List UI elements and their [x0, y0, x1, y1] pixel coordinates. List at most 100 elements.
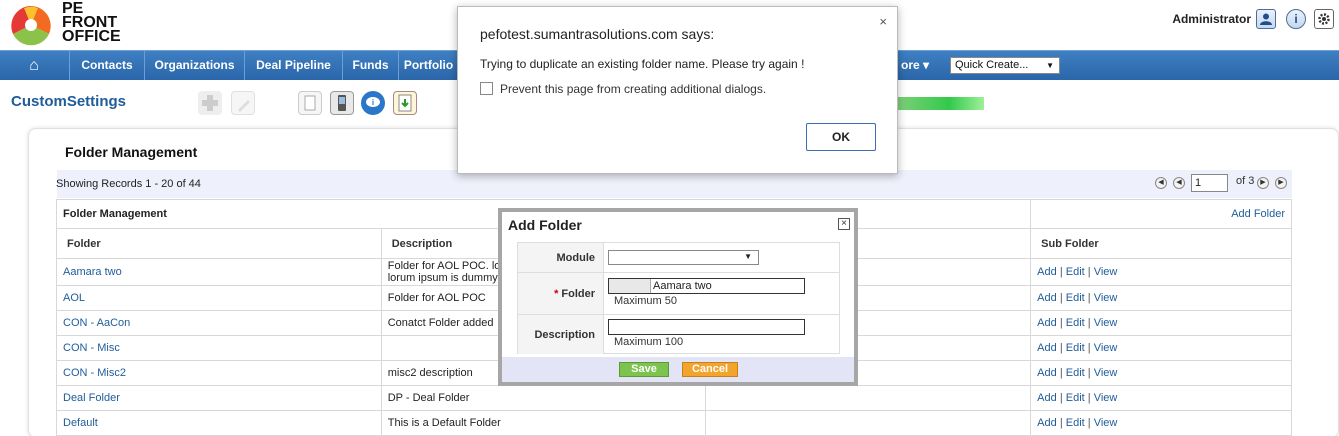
folder-name-input[interactable]: Aamara two — [608, 278, 805, 294]
records-count: Showing Records 1 - 20 of 44 — [56, 178, 201, 190]
description-input[interactable] — [608, 319, 805, 335]
home-icon[interactable]: ⌂ — [0, 51, 68, 80]
folder-label-text: Folder — [561, 287, 595, 300]
sub-view-link[interactable]: View — [1094, 292, 1118, 304]
description-line: DP - Deal Folder — [387, 392, 470, 404]
sub-view-link[interactable]: View — [1094, 392, 1118, 404]
clipboard-icon[interactable] — [298, 91, 322, 115]
chat-icon[interactable]: i — [361, 91, 385, 115]
folder-link[interactable]: Deal Folder — [56, 385, 382, 411]
sub-edit-link[interactable]: Edit — [1066, 392, 1085, 404]
prevent-dialogs-checkbox[interactable] — [480, 82, 493, 95]
sub-edit-link[interactable]: Edit — [1066, 367, 1085, 379]
add-folder-dialog: Add Folder × Module ▼ * Folder Aamara tw… — [498, 208, 858, 386]
sub-folder-actions: Add | Edit | View — [1030, 385, 1292, 411]
chevron-down-icon: ▼ — [1046, 61, 1054, 70]
folder-input-prefix — [609, 279, 651, 293]
logo-text: PE FRONT OFFICE — [62, 1, 121, 45]
separator: | — [1059, 317, 1063, 329]
sub-view-link[interactable]: View — [1094, 342, 1118, 354]
col-sub-folder: Sub Folder — [1030, 228, 1292, 259]
folder-hint: Maximum 50 — [614, 295, 677, 307]
folder-link[interactable]: CON - Misc2 — [56, 360, 382, 386]
description-label: Description — [518, 315, 604, 354]
folder-link[interactable]: Default — [56, 410, 382, 436]
folder-management-title: Folder Management — [65, 144, 198, 160]
cancel-button[interactable]: Cancel — [682, 362, 738, 377]
add-folder-link[interactable]: Add Folder — [1030, 199, 1292, 229]
description-line: This is a Default Folder — [387, 417, 501, 429]
svg-text:i: i — [372, 98, 374, 107]
logo-circle-icon — [11, 6, 51, 46]
folder-link[interactable]: CON - AaCon — [56, 310, 382, 336]
sub-edit-link[interactable]: Edit — [1066, 266, 1085, 278]
sub-add-link[interactable]: Add — [1037, 317, 1057, 329]
sub-add-link[interactable]: Add — [1037, 367, 1057, 379]
sub-add-link[interactable]: Add — [1037, 342, 1057, 354]
user-icon[interactable] — [1256, 9, 1276, 29]
description-hint: Maximum 100 — [614, 336, 684, 348]
page-number-input[interactable]: 1 — [1191, 174, 1228, 192]
prev-page-icon[interactable]: ◀ — [1173, 177, 1185, 189]
next-page-icon[interactable]: ▶ — [1257, 177, 1269, 189]
separator: | — [1059, 392, 1063, 404]
sub-view-link[interactable]: View — [1094, 417, 1118, 429]
chevron-down-icon: ▼ — [744, 252, 752, 261]
ok-button[interactable]: OK — [806, 123, 876, 151]
sub-view-link[interactable]: View — [1094, 266, 1118, 278]
sub-view-link[interactable]: View — [1094, 367, 1118, 379]
records-bar — [57, 170, 1292, 198]
description-cell: DP - Deal Folder — [380, 385, 707, 411]
sub-edit-link[interactable]: Edit — [1066, 317, 1085, 329]
alert-title: pefotest.sumantrasolutions.com says: — [480, 26, 715, 42]
folder-input-value: Aamara two — [653, 280, 712, 292]
blank-cell — [705, 385, 1032, 411]
add-icon[interactable] — [198, 91, 222, 115]
quick-create-select[interactable]: Quick Create... ▼ — [950, 57, 1060, 74]
sub-add-link[interactable]: Add — [1037, 266, 1057, 278]
description-cell: This is a Default Folder — [380, 410, 707, 436]
sub-add-link[interactable]: Add — [1037, 292, 1057, 304]
sub-add-link[interactable]: Add — [1037, 417, 1057, 429]
sub-edit-link[interactable]: Edit — [1066, 417, 1085, 429]
info-icon[interactable]: i — [1286, 9, 1306, 29]
sub-add-link[interactable]: Add — [1037, 392, 1057, 404]
download-icon[interactable] — [393, 91, 417, 115]
separator: | — [1059, 342, 1063, 354]
close-icon[interactable]: × — [879, 14, 887, 29]
phone-icon[interactable] — [330, 91, 354, 115]
nav-organizations[interactable]: Organizations — [144, 51, 244, 80]
gear-icon[interactable] — [1314, 9, 1334, 29]
separator: | — [1059, 367, 1063, 379]
page-of-label: of 3 — [1236, 175, 1255, 187]
sub-folder-actions: Add | Edit | View — [1030, 285, 1292, 311]
alert-message: Trying to duplicate an existing folder n… — [480, 57, 805, 71]
nav-portfolio[interactable]: Portfolio — [398, 51, 458, 80]
table-row: Deal Folder DP - Deal Folder Add | Edit | … — [56, 385, 1292, 411]
folder-link[interactable]: AOL — [56, 285, 382, 311]
nav-contacts[interactable]: Contacts — [69, 51, 144, 80]
pe-front-office-logo[interactable]: PE FRONT OFFICE — [0, 0, 170, 50]
close-icon[interactable]: × — [838, 218, 850, 230]
required-marker: * — [554, 287, 559, 300]
first-page-icon[interactable]: ◀ — [1155, 177, 1167, 189]
browser-alert-dialog: pefotest.sumantrasolutions.com says: × T… — [457, 6, 898, 174]
nav-funds[interactable]: Funds — [342, 51, 398, 80]
page-title: CustomSettings — [11, 93, 127, 110]
save-button[interactable]: Save — [619, 362, 669, 377]
folder-link[interactable]: Aamara two — [56, 258, 382, 286]
sub-folder-actions: Add | Edit | View — [1030, 310, 1292, 336]
sub-edit-link[interactable]: Edit — [1066, 342, 1085, 354]
module-select[interactable]: ▼ — [608, 250, 759, 265]
blank-cell — [705, 410, 1032, 436]
sub-view-link[interactable]: View — [1094, 317, 1118, 329]
separator: | — [1059, 266, 1063, 278]
add-folder-footer: Save Cancel — [502, 357, 854, 382]
separator: | — [1087, 367, 1091, 379]
folder-link[interactable]: CON - Misc — [56, 335, 382, 361]
nav-deal-pipeline[interactable]: Deal Pipeline — [244, 51, 342, 80]
last-page-icon[interactable]: ▶ — [1275, 177, 1287, 189]
folder-row: * Folder Aamara two Maximum 50 — [518, 273, 839, 315]
edit-icon[interactable] — [231, 91, 255, 115]
sub-edit-link[interactable]: Edit — [1066, 292, 1085, 304]
